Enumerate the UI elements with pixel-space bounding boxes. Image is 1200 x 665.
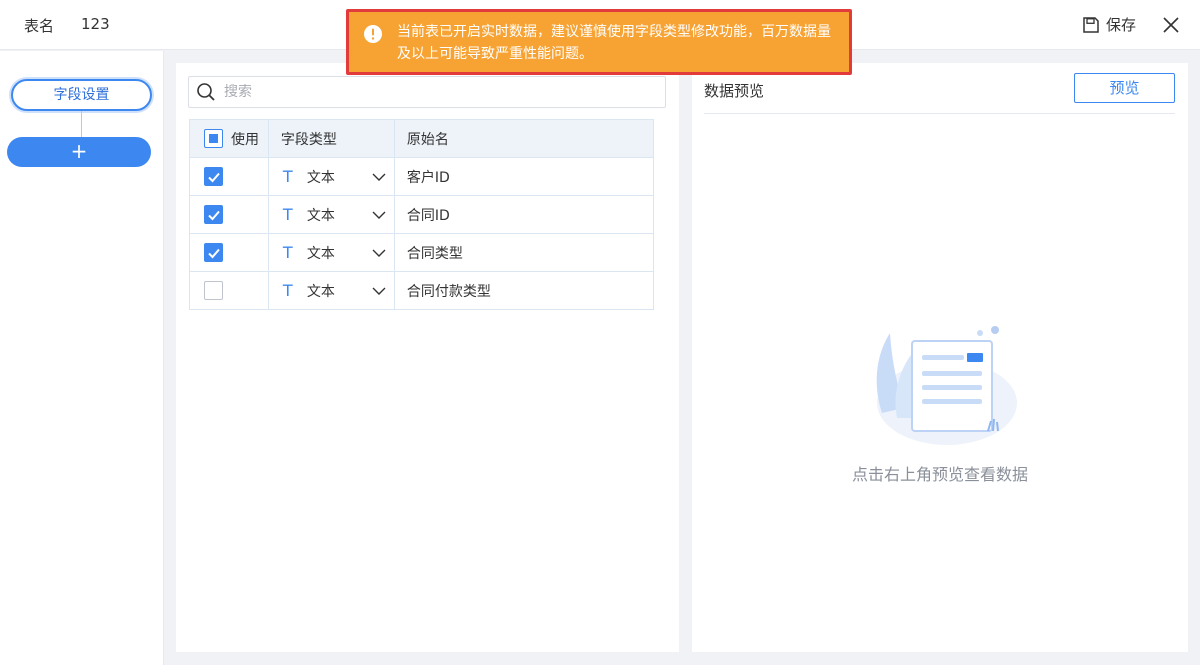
- step-sidebar: 字段设置 +: [0, 51, 164, 665]
- empty-state-text: 点击右上角预览查看数据: [851, 465, 1028, 484]
- empty-state-illustration: [876, 326, 1017, 445]
- type-select[interactable]: T 文本: [269, 243, 394, 263]
- original-name-cell: 合同ID: [393, 195, 655, 234]
- exclamation-circle-icon: [364, 25, 382, 43]
- type-label: 文本: [306, 245, 335, 262]
- column-header-original-name: 原始名: [393, 119, 655, 158]
- preview-title: 数据预览: [704, 82, 765, 100]
- chevron-down-icon[interactable]: [371, 207, 387, 223]
- table-name-value[interactable]: 123: [81, 15, 110, 33]
- save-button[interactable]: 保存: [1082, 14, 1136, 35]
- preview-button[interactable]: 预览: [1074, 73, 1175, 103]
- type-label: 文本: [306, 207, 335, 224]
- select-all-checkbox[interactable]: [204, 129, 223, 148]
- toast-message: 当前表已开启实时数据，建议谨慎使用字段类型修改功能，百万数据量及以上可能导致严重…: [397, 24, 831, 62]
- search-input[interactable]: [224, 84, 644, 100]
- step-field-settings[interactable]: 字段设置: [11, 79, 152, 111]
- add-step-button[interactable]: +: [7, 137, 151, 167]
- text-type-icon: T: [282, 167, 293, 186]
- row-checkbox[interactable]: [204, 243, 223, 262]
- table-row: T 文本 合同ID: [189, 195, 655, 234]
- save-label: 保存: [1106, 16, 1137, 34]
- search-box: [188, 76, 666, 108]
- type-label: 文本: [306, 283, 335, 300]
- fields-table: 使用 字段类型 原始名 T文本 客户ID T文本 合同ID T文本 合同类: [189, 119, 655, 310]
- table-row: T 文本 合同类型: [189, 233, 655, 272]
- preview-divider: [704, 113, 1175, 114]
- table-row: T 文本 合同付款类型: [189, 271, 655, 310]
- close-icon[interactable]: [1162, 16, 1180, 34]
- row-checkbox[interactable]: [204, 205, 223, 224]
- column-header-use: 使用: [231, 131, 259, 148]
- row-checkbox[interactable]: [204, 281, 223, 300]
- table-row: T 文本 客户ID: [189, 157, 655, 196]
- chevron-down-icon[interactable]: [371, 245, 387, 261]
- original-name-cell: 合同类型: [393, 233, 655, 272]
- search-icon: [197, 83, 215, 101]
- type-select[interactable]: T 文本: [269, 281, 394, 301]
- original-name-cell: 合同付款类型: [393, 271, 655, 310]
- realtime-warning-toast: 当前表已开启实时数据，建议谨慎使用字段类型修改功能，百万数据量及以上可能导致严重…: [346, 9, 852, 75]
- type-select[interactable]: T 文本: [269, 167, 394, 187]
- data-preview-panel: 数据预览 预览 点击右上角预览查看数据: [692, 63, 1188, 652]
- text-type-icon: T: [282, 243, 293, 262]
- table-name-label: 表名: [24, 17, 55, 35]
- original-name-cell: 客户ID: [393, 157, 655, 196]
- field-settings-panel: 使用 字段类型 原始名 T文本 客户ID T文本 合同ID T文本 合同类: [176, 63, 679, 652]
- step-connector: [81, 111, 82, 137]
- column-header-type: 字段类型: [267, 119, 395, 158]
- type-select[interactable]: T 文本: [269, 205, 394, 225]
- chevron-down-icon[interactable]: [371, 169, 387, 185]
- chevron-down-icon[interactable]: [371, 283, 387, 299]
- text-type-icon: T: [282, 205, 293, 224]
- type-label: 文本: [306, 169, 335, 186]
- row-checkbox[interactable]: [204, 167, 223, 186]
- text-type-icon: T: [282, 281, 293, 300]
- floppy-disk-icon: [1083, 16, 1099, 33]
